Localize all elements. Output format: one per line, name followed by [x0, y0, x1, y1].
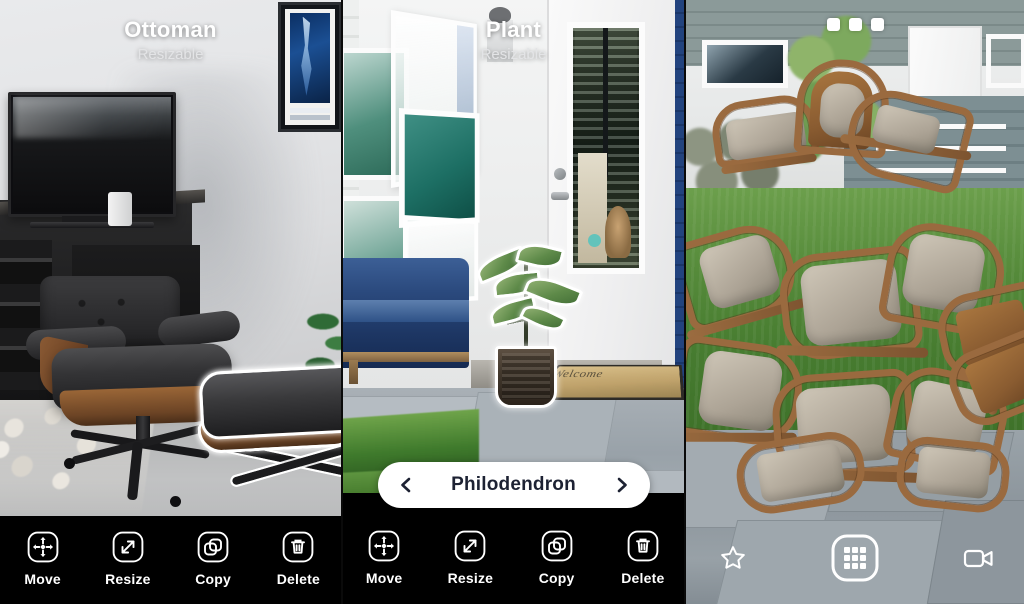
move-icon [26, 530, 60, 564]
poster-art [290, 13, 330, 103]
porch-lamp [489, 7, 511, 23]
panel-ar-plant: Welcome Plant Resizable Philodendron Mov… [341, 0, 686, 604]
casement-window-glass [399, 108, 480, 228]
bottom-action-bar [686, 512, 1024, 604]
porch-lamp-plate [487, 20, 513, 62]
delete-label: Delete [276, 571, 320, 587]
object-toolbar: Move Resize Copy Delete [0, 516, 341, 604]
copy-button[interactable]: Copy [177, 530, 249, 587]
plant-pot [495, 346, 557, 408]
page-indicator [686, 18, 1024, 31]
copy-button[interactable]: Copy [521, 529, 593, 586]
tv-glare [15, 98, 165, 138]
copy-label: Copy [538, 570, 575, 586]
chair-foot-1 [64, 458, 75, 469]
page-dot [848, 18, 862, 31]
ottoman-cushion [198, 363, 341, 441]
door-deadbolt [554, 168, 566, 180]
chair-foot-2 [170, 496, 181, 507]
speaker [108, 192, 132, 226]
panel-separator-2 [684, 0, 686, 604]
door-glass-panel [567, 22, 645, 274]
move-label: Move [365, 570, 403, 586]
panel-ar-chair-pile [686, 0, 1024, 604]
door-handle [551, 192, 569, 200]
resize-icon [453, 529, 487, 563]
tv-stand-base [30, 222, 154, 228]
move-button[interactable]: Move [7, 530, 79, 587]
copy-label: Copy [195, 571, 232, 587]
poster-caption [290, 108, 330, 120]
plant-leaf [514, 238, 566, 274]
page-dot [870, 18, 884, 31]
bench-cushion [341, 300, 469, 322]
bench-wood-rail [341, 352, 469, 362]
model-variant-selector[interactable]: Philodendron [377, 462, 650, 508]
resize-button[interactable]: Resize [434, 529, 506, 586]
ar-chair-pile[interactable] [686, 56, 1024, 519]
living-room-scene [0, 0, 341, 604]
delete-button[interactable]: Delete [607, 529, 679, 586]
model-variant-name: Philodendron [451, 474, 576, 495]
selected-plant-object[interactable] [472, 238, 584, 418]
chevron-right-icon[interactable] [612, 475, 632, 495]
panel-ar-ottoman: Ottoman Resizable Move Resize Copy Delet… [0, 0, 341, 604]
star-icon[interactable] [718, 543, 748, 573]
door-interior-basket [604, 205, 632, 259]
door-interior-accent [587, 234, 601, 248]
television [8, 92, 176, 217]
resize-label: Resize [447, 570, 494, 586]
delete-icon [626, 529, 660, 563]
delete-label: Delete [621, 570, 665, 586]
resize-button[interactable]: Resize [92, 530, 164, 587]
panel-separator-1 [341, 0, 343, 604]
page-dot [826, 18, 840, 31]
copy-icon [196, 530, 230, 564]
delete-button[interactable]: Delete [262, 530, 334, 587]
copy-icon [540, 529, 574, 563]
video-icon[interactable] [962, 543, 993, 573]
chevron-left-icon[interactable] [396, 475, 416, 495]
move-icon [367, 529, 401, 563]
resize-icon [111, 530, 145, 564]
object-toolbar: Move Resize Copy Delete [341, 493, 686, 604]
framed-poster [278, 2, 341, 132]
move-label: Move [24, 571, 61, 587]
move-button[interactable]: Move [348, 529, 420, 586]
grid-icon[interactable] [830, 533, 880, 583]
delete-icon [281, 530, 315, 564]
bench-leg [349, 360, 358, 384]
selected-ottoman-object[interactable] [190, 363, 341, 518]
resize-label: Resize [105, 571, 151, 587]
ar-app-screenshot-triptych: Ottoman Resizable Move Resize Copy Delet… [0, 0, 1024, 604]
